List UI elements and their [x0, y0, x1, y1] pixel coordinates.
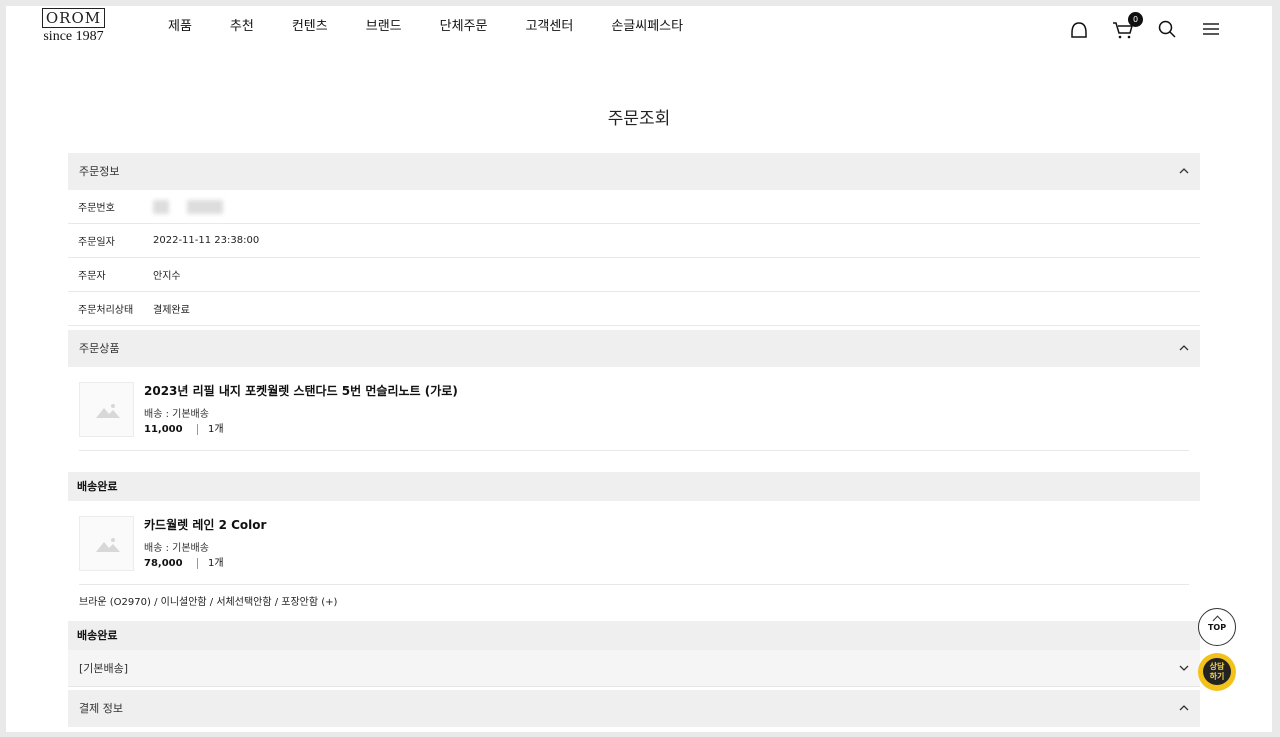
product-quantity: 1개 — [197, 424, 224, 435]
order-status-row: 주문처리상태 결제완료 — [68, 292, 1200, 326]
payment-info-header[interactable]: 결제 정보 — [68, 690, 1200, 727]
order-info-header[interactable]: 주문정보 — [68, 153, 1200, 190]
payment-info-title: 결제 정보 — [79, 702, 123, 715]
order-info-title: 주문정보 — [79, 165, 120, 178]
nav-item-recommend[interactable]: 추천 — [230, 18, 254, 36]
product-thumbnail[interactable] — [79, 382, 134, 437]
product-name[interactable]: 카드월렛 레인 2 Color — [144, 516, 266, 533]
nav-item-contents[interactable]: 컨텐츠 — [292, 18, 328, 36]
order-number-label: 주문번호 — [78, 203, 115, 214]
browser-page: OROM since 1987 제품 추천 컨텐츠 브랜드 단체주문 고객센터 … — [6, 6, 1272, 732]
delivery-status-bar: 배송완료 — [68, 621, 1200, 650]
order-number-row: 주문번호 — [68, 190, 1200, 224]
nav-item-handwriting-festa[interactable]: 손글씨페스타 — [611, 18, 683, 36]
order-items-title: 주문상품 — [79, 342, 120, 355]
orderer-value: 안지수 — [153, 271, 181, 282]
order-status-value: 결제완료 — [153, 305, 190, 316]
order-item: 2023년 리필 내지 포켓월렛 스탠다드 5번 먼슬리노트 (가로) 배송 :… — [79, 367, 1189, 451]
orom-logo[interactable]: OROM since 1987 — [36, 8, 111, 45]
cart-count-badge: 0 — [1128, 12, 1143, 27]
orderer-label: 주문자 — [78, 271, 106, 282]
product-price: 78,000 — [144, 558, 183, 569]
consultation-chat-button[interactable]: 상담 하기 — [1198, 653, 1236, 691]
nav-item-customer-center[interactable]: 고객센터 — [525, 18, 573, 36]
order-date-label: 주문일자 — [78, 237, 115, 248]
chat-bubble-icon: 상담 하기 — [1203, 658, 1231, 685]
scroll-top-button[interactable]: TOP — [1198, 608, 1236, 646]
product-quantity: 1개 — [197, 558, 224, 569]
chevron-up-icon[interactable] — [1178, 702, 1190, 714]
logo-wordmark: OROM — [41, 8, 106, 28]
order-items-section: 주문상품 2023년 리필 내지 포켓월렛 스탠다드 5번 먼슬리노트 (가로)… — [68, 330, 1200, 687]
product-shipping: 배송 : 기본배송 — [144, 409, 209, 420]
chat-label-line2: 하기 — [1209, 672, 1225, 681]
nav-item-brand[interactable]: 브랜드 — [366, 18, 402, 36]
order-item: 카드월렛 레인 2 Color 배송 : 기본배송 78,000 1개 — [79, 501, 1189, 585]
order-date-value: 2022-11-11 23:38:00 — [153, 235, 260, 246]
delivery-group-toggle[interactable]: [기본배송] — [68, 650, 1200, 687]
image-placeholder-icon — [96, 538, 120, 552]
delivery-status-bar: 배송완료 — [68, 472, 1200, 501]
site-header: OROM since 1987 제품 추천 컨텐츠 브랜드 단체주문 고객센터 … — [6, 6, 1272, 56]
product-price: 11,000 — [144, 424, 183, 435]
logo-since: since 1987 — [43, 29, 104, 44]
search-icon[interactable] — [1156, 18, 1178, 40]
header-utilities: 0 — [1068, 12, 1222, 40]
user-icon[interactable] — [1068, 18, 1090, 40]
orderer-row: 주문자 안지수 — [68, 258, 1200, 292]
chevron-up-icon[interactable] — [1178, 342, 1190, 354]
product-thumbnail[interactable] — [79, 516, 134, 571]
order-items-header[interactable]: 주문상품 — [68, 330, 1200, 367]
product-shipping: 배송 : 기본배송 — [144, 543, 209, 554]
chat-label-line1: 상담 — [1209, 662, 1225, 671]
chevron-down-icon[interactable] — [1178, 662, 1190, 674]
order-info-section: 주문정보 주문번호 주문일자 2022-11-11 23:38:00 주문자 안… — [68, 153, 1200, 326]
product-option: 브라운 (O2970) / 이니셜안함 / 서체선택안함 / 포장안함 (+) — [79, 597, 338, 608]
payment-info-section: 결제 정보 — [68, 690, 1200, 727]
product-name[interactable]: 2023년 리필 내지 포켓월렛 스탠다드 5번 먼슬리노트 (가로) — [144, 382, 458, 399]
order-date-row: 주문일자 2022-11-11 23:38:00 — [68, 224, 1200, 258]
order-status-label: 주문처리상태 — [78, 305, 134, 316]
cart-icon[interactable]: 0 — [1112, 12, 1143, 40]
order-number-value-blurred — [153, 199, 223, 214]
chevron-up-icon[interactable] — [1178, 165, 1190, 177]
nav-item-group-order[interactable]: 단체주문 — [440, 18, 488, 36]
image-placeholder-icon — [96, 404, 120, 418]
delivery-group-label: [기본배송] — [79, 662, 129, 675]
global-nav: 제품 추천 컨텐츠 브랜드 단체주문 고객센터 손글씨페스타 — [168, 18, 721, 36]
page-title: 주문조회 — [607, 109, 671, 129]
menu-icon[interactable] — [1200, 18, 1222, 40]
nav-item-products[interactable]: 제품 — [168, 18, 192, 36]
